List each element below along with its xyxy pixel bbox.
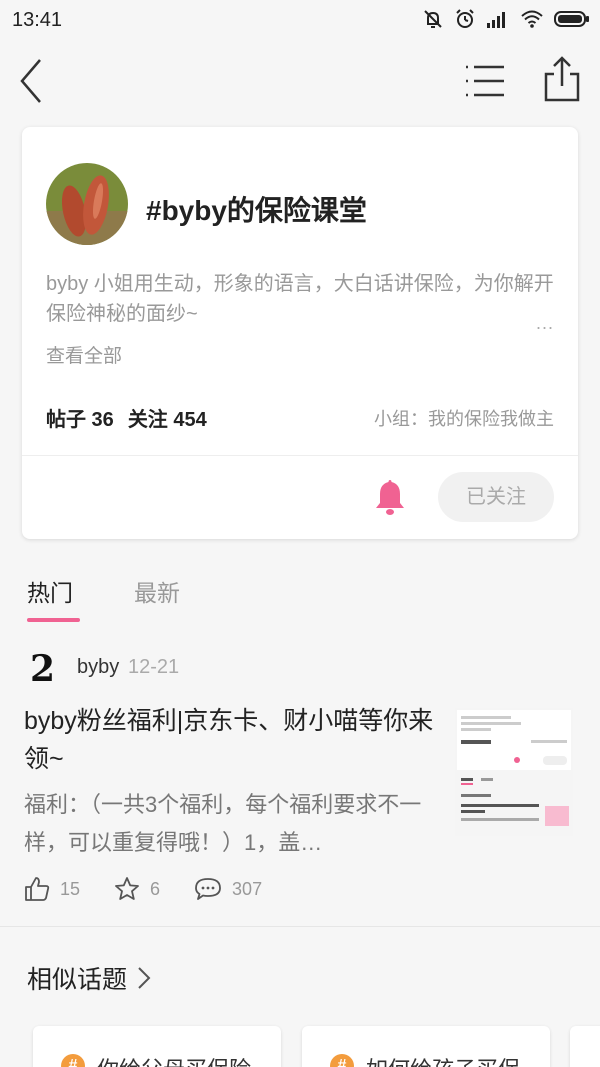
share-button[interactable]	[542, 56, 582, 102]
chevron-left-icon	[20, 59, 41, 103]
tab-hot[interactable]: 热门	[27, 574, 73, 608]
comment-button[interactable]: 307	[194, 876, 262, 902]
post-thumbnail[interactable]	[455, 708, 573, 836]
author-avatar[interactable]: 2	[30, 648, 60, 690]
topic-description: byby 小姐用生动，形象的语言，大白话讲保险，为你解开保险神秘的面纱~	[46, 273, 554, 325]
topic-stats: 帖子 36 关注 454	[46, 403, 221, 432]
battery-icon	[554, 11, 589, 27]
topic-title: #byby的保险课堂	[146, 195, 367, 226]
list-button[interactable]	[462, 62, 506, 100]
post-excerpt: 福利：（一共3个福利，每个福利要求不一样，可以重复得哦！）1，盖…	[24, 792, 422, 855]
post-actions: 15 6 307	[24, 874, 296, 904]
nav-bar	[0, 42, 600, 120]
post-author[interactable]: byby	[77, 656, 119, 679]
like-button[interactable]: 15	[24, 876, 80, 902]
more-dots[interactable]: ...	[536, 313, 554, 334]
notify-button[interactable]	[374, 477, 406, 517]
section-divider	[0, 926, 600, 927]
card-divider	[22, 455, 578, 456]
status-icons	[422, 8, 590, 30]
comment-icon	[195, 878, 221, 900]
similar-topic-label: 如何给孩子买保	[366, 1052, 520, 1067]
status-time: 13:41	[12, 9, 63, 31]
like-count: 15	[60, 878, 81, 899]
chevron-right-icon	[138, 967, 151, 989]
star-count: 6	[150, 878, 161, 899]
posts-count: 帖子 36	[46, 409, 114, 431]
post-title[interactable]: byby粉丝福利|京东卡、财小喵等你来领~	[24, 702, 434, 778]
active-tab-indicator	[27, 618, 80, 622]
post-item[interactable]: 2 byby 12-21 byby粉丝福利|京东卡、财小喵等你来领~ 福利：（一…	[0, 640, 600, 926]
signal-icon	[487, 12, 505, 28]
mute-icon	[424, 10, 442, 28]
similar-topic-card[interactable]: # 你给父母买保险	[33, 1026, 281, 1067]
similar-topic-label: 你给父母买保险	[97, 1052, 251, 1067]
follows-count: 关注 454	[127, 409, 207, 431]
similar-topic-card[interactable]: # 如何给孩子买保	[302, 1026, 550, 1067]
share-icon	[544, 56, 580, 102]
sweet-potato-image	[46, 163, 128, 245]
followed-button[interactable]: 已关注	[438, 472, 554, 522]
star-icon	[115, 877, 139, 900]
favorite-button[interactable]: 6	[114, 876, 160, 902]
similar-topics-title: 相似话题	[27, 966, 128, 994]
back-button[interactable]	[16, 56, 56, 106]
thumbs-up-icon	[25, 877, 50, 901]
hash-icon: #	[61, 1054, 85, 1067]
tab-bar: 热门 最新	[0, 570, 600, 626]
wifi-icon	[521, 10, 543, 28]
view-all-link[interactable]: 查看全部	[46, 341, 122, 368]
list-icon	[466, 65, 504, 97]
topic-card: #byby的保险课堂 byby 小姐用生动，形象的语言，大白话讲保险，为你解开保…	[22, 127, 578, 539]
hash-icon: #	[330, 1054, 354, 1067]
alarm-icon	[456, 9, 474, 28]
topic-avatar[interactable]	[46, 163, 128, 245]
tab-latest[interactable]: 最新	[134, 574, 180, 608]
similar-topics-header[interactable]: 相似话题	[27, 960, 151, 996]
post-date: 12-21	[128, 656, 180, 678]
screenshot-thumbnail-image	[455, 708, 573, 836]
comment-count: 307	[232, 878, 263, 899]
group-link[interactable]: 小组：我的保险我做主	[374, 405, 554, 431]
status-bar: 13:41	[0, 0, 600, 42]
bell-icon	[376, 480, 404, 515]
similar-topic-card[interactable]	[570, 1026, 600, 1067]
